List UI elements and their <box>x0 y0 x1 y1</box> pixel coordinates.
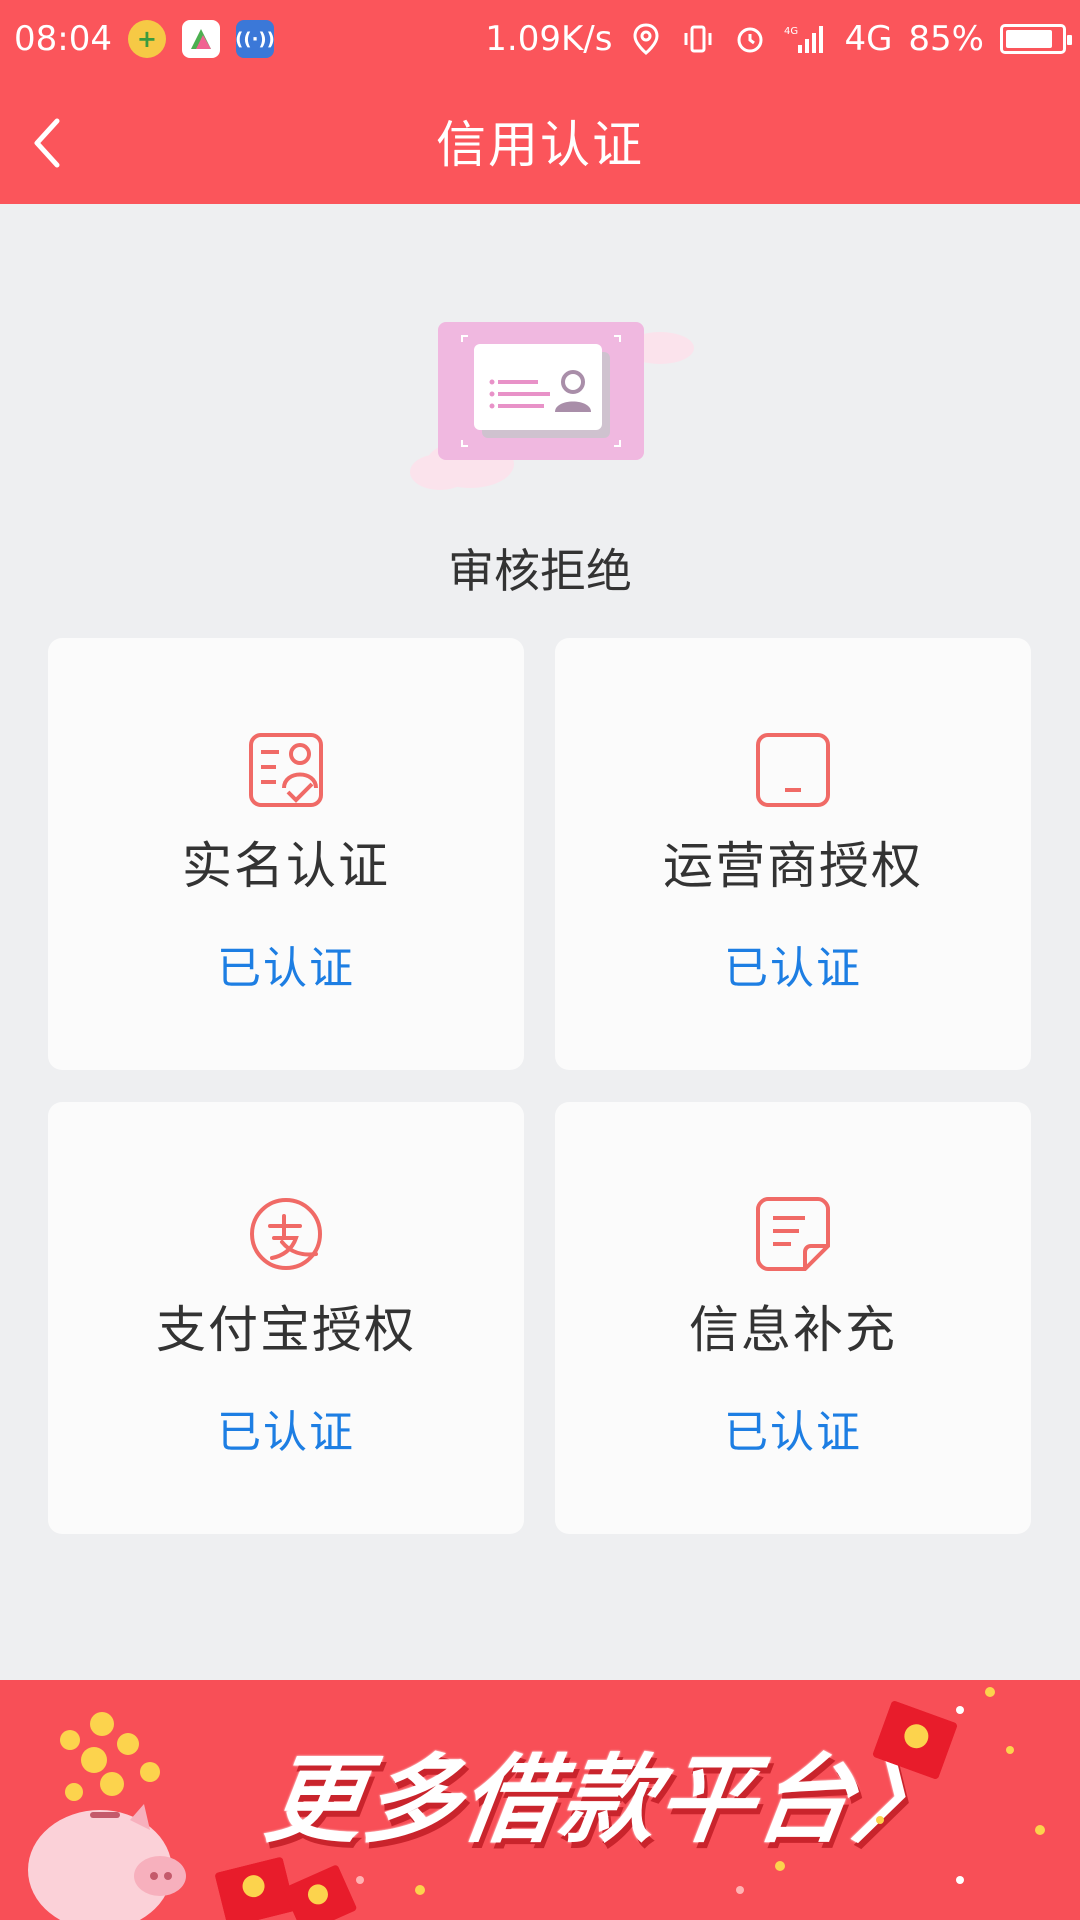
battery-fill <box>1006 30 1052 48</box>
location-icon <box>633 23 659 55</box>
card-status: 已认证 <box>724 1407 862 1458</box>
card-status: 已认证 <box>724 943 862 994</box>
status-bar: 08:04 + ((·)) 1.09K/s 4G 4G 85% <box>0 0 1080 78</box>
review-status: 审核拒绝 <box>448 544 632 598</box>
card-title: 支付宝授权 <box>156 1301 416 1359</box>
id-card-illustration <box>410 322 694 490</box>
card-info-supplement[interactable]: 信息补充 已认证 <box>555 1102 1031 1534</box>
back-button[interactable] <box>12 108 82 178</box>
card-status: 已认证 <box>217 1407 355 1458</box>
signal-icon: 4G <box>784 26 824 53</box>
nav-bar: 信用认证 <box>0 78 1080 204</box>
alarm-icon <box>737 27 763 53</box>
status-time: 08:04 <box>14 19 112 59</box>
card-alipay[interactable]: 支付宝授权 已认证 <box>48 1102 524 1534</box>
status-left: 08:04 + ((·)) <box>14 19 275 59</box>
phone-icon <box>756 733 830 807</box>
battery-percent: 85% <box>908 19 984 59</box>
card-real-name[interactable]: 实名认证 已认证 <box>48 638 524 1070</box>
id-card-icon <box>249 733 323 807</box>
app-notification-icon: + <box>127 20 166 58</box>
map-app-icon <box>181 20 220 58</box>
vibrate-icon <box>684 25 712 53</box>
network-type: 4G <box>844 19 893 59</box>
page-title: 信用认证 <box>436 116 644 174</box>
alipay-icon <box>250 1198 322 1270</box>
network-speed: 1.09K/s <box>485 19 613 59</box>
confetti-decoration <box>356 1687 1045 1895</box>
more-platforms-banner[interactable]: 更多借款平台〉 <box>0 1680 1080 1920</box>
status-right: 1.09K/s 4G 4G 85% <box>485 19 1072 59</box>
card-status: 已认证 <box>217 943 355 994</box>
battery-icon <box>1000 24 1072 54</box>
document-icon <box>756 1197 830 1271</box>
card-title: 实名认证 <box>182 837 390 895</box>
card-title: 运营商授权 <box>663 837 923 895</box>
card-carrier[interactable]: 运营商授权 已认证 <box>555 638 1031 1070</box>
svg-text:4G: 4G <box>784 26 798 37</box>
card-title: 信息补充 <box>689 1301 897 1359</box>
chevron-left-icon <box>34 118 60 168</box>
wifi-app-icon: ((·)) <box>235 20 275 58</box>
